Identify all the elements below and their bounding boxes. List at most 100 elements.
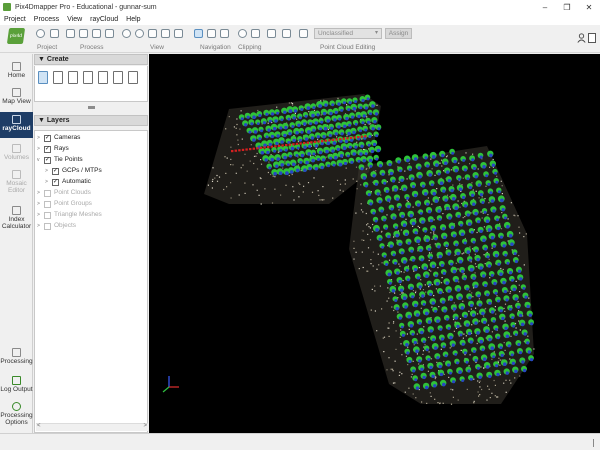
processing-options-icon[interactable] (105, 29, 114, 38)
camera-marker-shadow (309, 122, 313, 126)
layer-triangle-meshes-checkbox[interactable] (44, 212, 51, 219)
zoom-out-icon[interactable] (135, 29, 144, 38)
edit-select-icon[interactable] (282, 29, 291, 38)
ray-marker (346, 137, 349, 140)
layer-objects-checkbox[interactable] (44, 223, 51, 230)
camera-marker-shadow (404, 305, 408, 309)
camera-marker-shadow (462, 158, 466, 162)
ground-point (299, 183, 301, 185)
expand-arrow-icon[interactable]: > (37, 210, 43, 220)
menu-process[interactable]: Process (30, 16, 63, 23)
menu-project[interactable]: Project (0, 16, 30, 23)
ground-point (463, 252, 465, 254)
restore-button[interactable]: ❐ (558, 0, 576, 14)
expand-arrow-icon[interactable]: > (37, 133, 43, 143)
help-book-icon[interactable] (588, 33, 596, 43)
ground-point (430, 158, 432, 160)
cloud-processing-icon[interactable] (92, 29, 101, 38)
edit-dropdown-icon[interactable] (299, 29, 308, 38)
menu-help[interactable]: Help (122, 16, 144, 23)
camera-marker-shadow (404, 232, 409, 236)
camera-marker-shadow (362, 159, 366, 163)
ray-marker (335, 138, 338, 141)
open-project-icon[interactable] (50, 29, 59, 38)
create-tool-3-icon[interactable] (68, 71, 78, 84)
layer-point-groups-checkbox[interactable] (44, 201, 51, 208)
collapse-arrow-icon[interactable]: v (37, 155, 43, 165)
layer-gcps-checkbox[interactable]: ✓ (52, 168, 59, 175)
layers-section-header[interactable]: ▼ Layers (34, 115, 148, 126)
menu-raycloud[interactable]: rayCloud (86, 16, 122, 23)
scroll-right-icon[interactable]: > (143, 423, 147, 429)
layer-rays-checkbox[interactable]: ✓ (44, 146, 51, 153)
expand-arrow-icon[interactable]: > (45, 177, 51, 187)
group-label-process: Process (80, 44, 104, 51)
create-tool-6-icon[interactable] (113, 71, 123, 84)
scroll-left-icon[interactable]: < (37, 423, 41, 429)
splitter-grip[interactable] (88, 106, 95, 109)
layer-automatic-checkbox[interactable]: ✓ (52, 179, 59, 186)
camera-marker-shadow (454, 278, 459, 283)
camera-marker-shadow (450, 225, 455, 230)
nav-index-calculator[interactable]: Index Calculator (0, 204, 33, 238)
point-cloud-render[interactable] (149, 54, 600, 433)
nav-mosaic-editor[interactable]: Mosaic Editor (0, 168, 33, 200)
layer-cameras-checkbox[interactable]: ✓ (44, 135, 51, 142)
raycloud-3d-viewport[interactable] (149, 54, 600, 433)
camera-marker-shadow (521, 360, 525, 364)
class-select[interactable]: Unclassified ▾ (314, 28, 382, 39)
nav-volumes[interactable]: Volumes (0, 142, 33, 166)
navigation-mode-icon[interactable] (194, 29, 203, 38)
ray-marker (245, 148, 248, 151)
reset-view-icon[interactable] (161, 29, 170, 38)
create-section-header[interactable]: ▼ Create (34, 54, 148, 65)
camera-marker-shadow (523, 332, 527, 336)
camera-marker-shadow (469, 303, 474, 308)
layers-horizontal-scrollbar[interactable]: < > (36, 423, 148, 431)
zoom-in-icon[interactable] (122, 29, 131, 38)
resize-grip[interactable] (593, 439, 596, 447)
camera-marker-shadow (300, 108, 304, 111)
ground-point (292, 104, 294, 106)
new-project-icon[interactable] (36, 29, 45, 38)
expand-arrow-icon[interactable]: > (45, 166, 51, 176)
nav-processing[interactable]: Processing (0, 346, 33, 370)
minimize-button[interactable]: – (536, 0, 554, 14)
clipping-box-icon[interactable] (238, 29, 247, 38)
camera-marker-shadow (279, 126, 283, 130)
create-tool-1-icon[interactable] (38, 71, 48, 84)
user-account-icon[interactable] (577, 33, 586, 43)
nav-processing-options[interactable]: Processing Options (0, 400, 33, 432)
nav-log-output[interactable]: Log Output (0, 374, 33, 398)
nav-raycloud[interactable]: rayCloud (0, 112, 33, 138)
nav-map-view[interactable]: Map View (0, 86, 33, 110)
camera-marker-shadow (375, 228, 379, 232)
clipping-toggle-icon[interactable] (251, 29, 260, 38)
expand-arrow-icon[interactable]: > (37, 144, 43, 154)
top-view-icon[interactable] (174, 29, 183, 38)
nav-home[interactable]: Home (0, 60, 33, 84)
nav-processing-label: Processing (0, 358, 33, 365)
trackball-mode-icon[interactable] (207, 29, 216, 38)
panel-splitter[interactable] (34, 102, 148, 114)
local-processing-icon[interactable] (79, 29, 88, 38)
edit-brush-icon[interactable] (267, 29, 276, 38)
fit-view-icon[interactable] (148, 29, 157, 38)
layer-point-clouds-checkbox[interactable] (44, 190, 51, 197)
assign-button[interactable]: Assign (385, 28, 412, 39)
expand-arrow-icon[interactable]: > (37, 188, 43, 198)
expand-arrow-icon[interactable]: > (37, 221, 43, 231)
camera-marker-shadow (357, 159, 361, 163)
create-tool-2-icon[interactable] (53, 71, 63, 84)
create-tool-4-icon[interactable] (83, 71, 93, 84)
layer-tie-points-checkbox[interactable]: ✓ (44, 157, 51, 164)
run-step-icon[interactable] (66, 29, 75, 38)
close-button[interactable]: ✕ (580, 0, 598, 14)
camera-marker-shadow (385, 263, 389, 266)
create-tool-7-icon[interactable] (128, 71, 138, 84)
ground-point (356, 141, 358, 143)
menu-view[interactable]: View (63, 16, 86, 23)
first-person-icon[interactable] (220, 29, 229, 38)
expand-arrow-icon[interactable]: > (37, 199, 43, 209)
create-tool-5-icon[interactable] (98, 71, 108, 84)
